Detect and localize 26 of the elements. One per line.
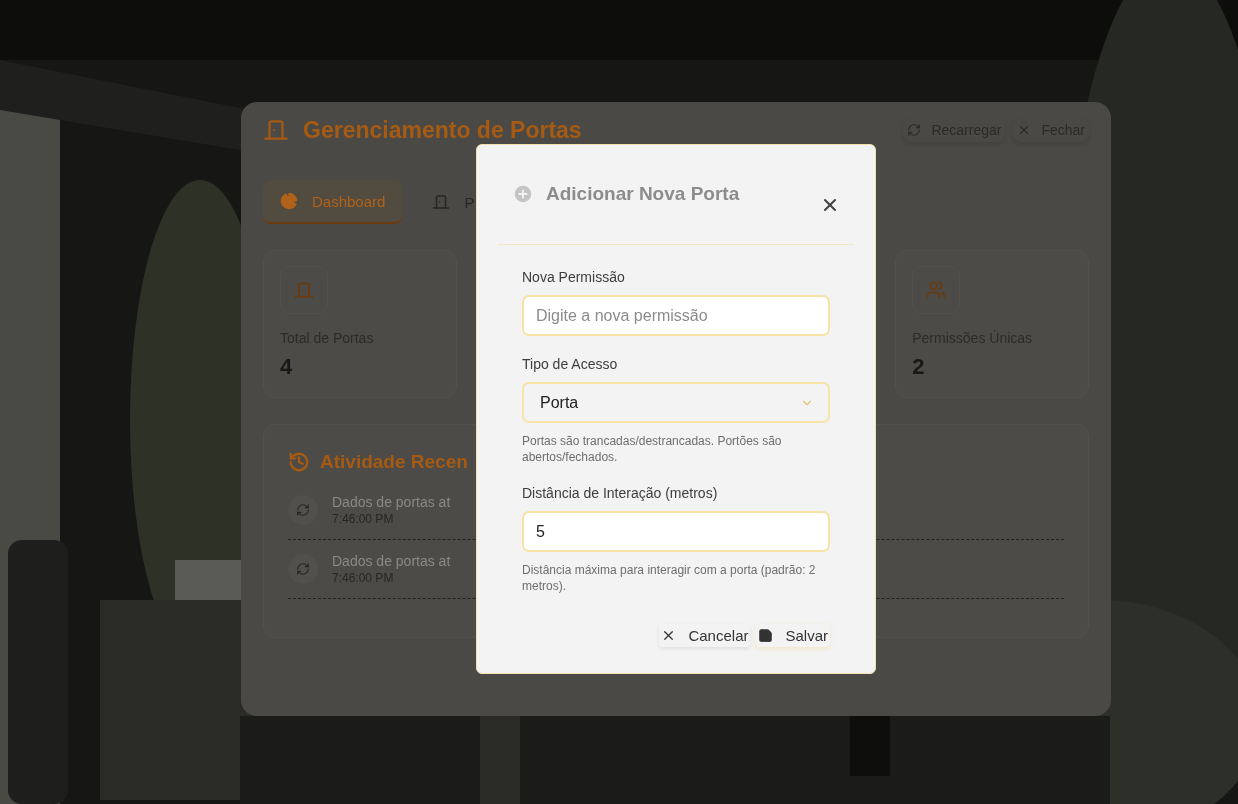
input-field[interactable]: Digite a nova permissão bbox=[522, 295, 830, 336]
users-icon bbox=[926, 280, 947, 300]
field-hint: Portas são trancadas/destrancadas. Portões são abertos/fechados. bbox=[522, 433, 783, 465]
door-icon bbox=[294, 280, 314, 300]
refresh-icon bbox=[288, 554, 318, 584]
activity-title: Atividade Recen bbox=[320, 451, 468, 473]
plus-circle-icon bbox=[512, 183, 534, 205]
door-icon bbox=[432, 193, 451, 211]
input-field[interactable]: 5 bbox=[522, 511, 830, 552]
save-icon bbox=[758, 628, 774, 643]
field-hint: Distância máxima para interagir com a porta (padrão: 2 metros). bbox=[522, 562, 817, 594]
refresh-icon bbox=[288, 495, 318, 525]
select-field[interactable]: Porta bbox=[522, 382, 830, 423]
field-label: Nova Permissão bbox=[522, 269, 626, 285]
door-icon bbox=[263, 117, 289, 143]
activity-text: Dados de portas at bbox=[332, 494, 451, 510]
activity-text: Dados de portas at bbox=[332, 553, 451, 569]
refresh-icon bbox=[907, 123, 922, 137]
field-label: Tipo de Acesso bbox=[522, 356, 619, 372]
field-label: Distância de Interação (metros) bbox=[522, 485, 719, 501]
save-button[interactable]: Salvar bbox=[756, 624, 830, 647]
history-icon bbox=[288, 451, 310, 473]
dialog-title: Adicionar Nova Porta bbox=[546, 183, 740, 205]
pie-chart-icon bbox=[280, 192, 298, 210]
cancel-button[interactable]: Cancelar bbox=[659, 624, 751, 647]
panel-title: Gerenciamento de Portas bbox=[303, 117, 582, 143]
